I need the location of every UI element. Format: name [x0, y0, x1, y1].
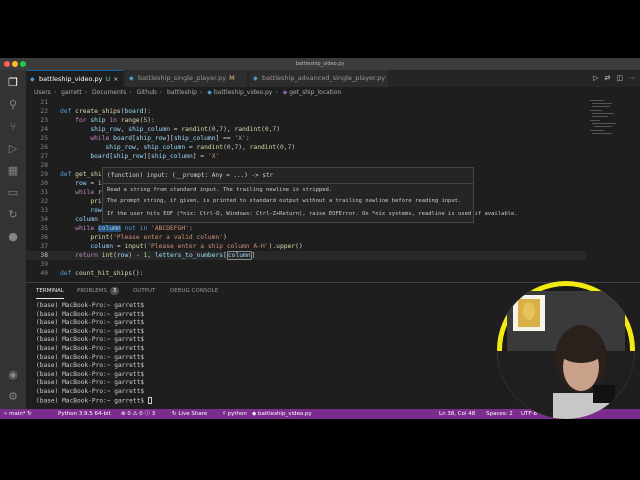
- terminal-line: (base) MacBook-Pro:~ garrett$: [36, 327, 145, 335]
- hover-description: The prompt string, if given, is printed …: [107, 198, 462, 204]
- tab-output[interactable]: OUTPUT: [133, 283, 155, 299]
- code-line: 35 while column not in 'ABCDEFGH':: [40, 225, 193, 232]
- code-line: 27 board[ship_row][ship_column] = 'X': [40, 153, 220, 160]
- python-file-icon: ◆: [253, 75, 258, 82]
- active-file[interactable]: ◆ battleship_video.py: [252, 409, 312, 419]
- language-mode[interactable]: ⚡ python: [222, 409, 247, 419]
- search-icon[interactable]: ⚲: [5, 98, 21, 112]
- code-editor[interactable]: 21 22 def create_ships(board): 23 for shi…: [26, 98, 586, 282]
- code-line: 21: [40, 99, 48, 106]
- hover-description: Read a string from standard input. The t…: [107, 187, 333, 193]
- code-line: 26 ship_row, ship_column = randint(0,7),…: [40, 144, 296, 151]
- indentation[interactable]: Spaces: 2: [486, 409, 513, 419]
- editor-tabs: ◆ battleship_video.py U × ◆ battleship_singl…: [26, 70, 640, 87]
- split-editor-icon[interactable]: ◫: [616, 74, 623, 82]
- tab-battleship-single-player[interactable]: ◆ battleship_single_player.py M: [125, 70, 248, 87]
- github-icon[interactable]: ●: [5, 230, 21, 244]
- explorer-icon[interactable]: ❐: [5, 76, 21, 90]
- terminal-line: (base) MacBook-Pro:~ garrett$: [36, 379, 145, 387]
- close-tab-icon[interactable]: ×: [113, 75, 118, 83]
- breadcrumb-item[interactable]: garrett: [61, 89, 82, 96]
- breadcrumb-item[interactable]: battleship: [167, 89, 197, 96]
- terminal-line: (base) MacBook-Pro:~ garrett$: [36, 336, 145, 344]
- terminal-line: (base) MacBook-Pro:~ garrett$: [36, 370, 145, 378]
- run-file-icon[interactable]: ▷: [593, 74, 598, 82]
- account-icon[interactable]: ◉: [5, 368, 21, 382]
- hover-description: If the user hits EOF (*nix: Ctrl-D, Wind…: [107, 211, 518, 217]
- breadcrumb-item[interactable]: Documents: [92, 89, 126, 96]
- terminal-line: (base) MacBook-Pro:~ garrett$: [36, 302, 145, 309]
- breadcrumb-item[interactable]: battleship_video.py: [214, 89, 273, 96]
- webcam-overlay: [497, 281, 635, 419]
- tab-terminal[interactable]: TERMINAL: [36, 283, 64, 299]
- terminal-output[interactable]: (base) MacBook-Pro:~ garrett$ (base) Mac…: [36, 302, 152, 405]
- maximize-window-button[interactable]: [20, 61, 26, 67]
- python-file-icon: ◆: [129, 75, 134, 82]
- function-symbol-icon: ◈: [282, 89, 288, 96]
- terminal-line: (base) MacBook-Pro:~ garrett$: [36, 353, 145, 361]
- python-interpreter[interactable]: Python 3.9.5 64-bit: [58, 409, 111, 419]
- live-share-icon[interactable]: ↻: [5, 208, 21, 222]
- terminal-line: (base) MacBook-Pro:~ garrett$: [36, 387, 145, 395]
- code-line-current: 38 return int(row) - 1, letters_to_numbe…: [26, 251, 586, 260]
- activity-bar: ❐ ⚲ ⑂ ▷ ▦ ▭ ↻ ● ◉ ⚙: [0, 70, 26, 409]
- python-file-icon: ◆: [207, 89, 212, 96]
- terminal-line: (base) MacBook-Pro:~ garrett$: [36, 362, 145, 370]
- code-line: 39: [40, 261, 48, 268]
- title-bar: battleship_video.py: [0, 58, 640, 70]
- presenter-video: [497, 286, 635, 419]
- hover-tooltip: (function) input: (__prompt: Any = ...) …: [102, 167, 518, 223]
- code-line: 37 column = input('Please enter a ship c…: [40, 243, 303, 250]
- settings-gear-icon[interactable]: ⚙: [5, 390, 21, 404]
- run-debug-icon[interactable]: ▷: [5, 142, 21, 156]
- close-window-button[interactable]: [4, 61, 10, 67]
- terminal-line-current: (base) MacBook-Pro:~ garrett$: [36, 396, 152, 406]
- compare-icon[interactable]: ⇄: [605, 74, 611, 82]
- breadcrumb-item[interactable]: get_ship_location: [289, 89, 341, 96]
- terminal-line: (base) MacBook-Pro:~ garrett$: [36, 310, 145, 318]
- hover-signature: (function) input: (__prompt: Any = ...) …: [107, 172, 274, 179]
- code-line: 24 ship_row, ship_column = randint(0,7),…: [40, 126, 280, 133]
- live-share-button[interactable]: ↻ Live Share: [172, 409, 207, 419]
- breadcrumb-item[interactable]: Users: [34, 89, 51, 96]
- extensions-icon[interactable]: ▦: [5, 164, 21, 178]
- window-title: battleship_video.py: [295, 61, 345, 67]
- tab-debug-console[interactable]: DEBUG CONSOLE: [170, 283, 218, 299]
- cursor-position[interactable]: Ln 38, Col 48: [439, 409, 475, 419]
- source-control-icon[interactable]: ⑂: [5, 120, 21, 134]
- terminal-line: (base) MacBook-Pro:~ garrett$: [36, 344, 145, 352]
- code-line: 23 for ship in range(5):: [40, 117, 155, 124]
- code-line: 36 print('Please enter a valid column'): [40, 234, 227, 241]
- branch-indicator[interactable]: ⑂ main* ↻: [4, 409, 32, 419]
- code-line: 25 while board[ship_row][ship_column] ==…: [40, 135, 250, 142]
- terminal-cursor: [147, 396, 152, 404]
- terminal-line: (base) MacBook-Pro:~ garrett$: [36, 319, 145, 327]
- code-line: 40 def count_hit_ships():: [40, 270, 144, 277]
- remote-explorer-icon[interactable]: ▭: [5, 186, 21, 200]
- more-actions-icon[interactable]: ⋯: [629, 74, 636, 82]
- breadcrumb: Users › garrett › Documents › Github › battl…: [34, 89, 342, 96]
- tab-battleship-advanced[interactable]: ◆ battleship_advanced_single_player.py: [249, 70, 389, 87]
- breadcrumb-item[interactable]: Github: [137, 89, 157, 96]
- minimize-window-button[interactable]: [12, 61, 18, 67]
- code-line: 22 def create_ships(board):: [40, 108, 152, 115]
- tab-battleship-video[interactable]: ◆ battleship_video.py U ×: [26, 70, 124, 87]
- minimap[interactable]: [588, 98, 620, 158]
- problems-indicator[interactable]: ⊗ 0 ⚠ 0 ⓘ 3: [121, 409, 155, 419]
- tab-problems[interactable]: PROBLEMS 3: [77, 283, 120, 299]
- problems-count-badge: 3: [110, 287, 120, 295]
- python-file-icon: ◆: [30, 76, 35, 83]
